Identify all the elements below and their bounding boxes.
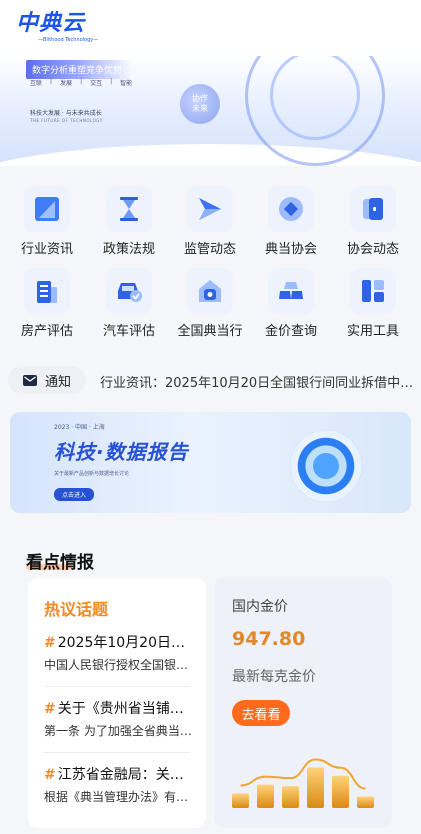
grid-item-policy[interactable]: 政策法规 xyxy=(89,180,169,260)
gold-trend-bar xyxy=(307,767,324,808)
hero-tag: 互联 xyxy=(30,80,43,87)
hero-slogan-en: THE FUTURE OF TECHNOLOGY xyxy=(30,118,103,123)
tools-icon xyxy=(350,268,396,314)
hero-tags: 互联 | 发展 | 交互 | 智能 xyxy=(30,78,132,87)
grid-item-label: 实用工具 xyxy=(346,324,399,339)
grid-item-car-valuation[interactable]: 汽车评估 xyxy=(89,262,169,342)
topic-body: 第一条 为了加强全省典当行业管理 xyxy=(44,724,192,738)
app-logo[interactable]: 中典云 —Blithood Technology— xyxy=(16,12,98,44)
building-icon xyxy=(24,268,70,314)
notice-label: 通知 xyxy=(44,374,71,390)
grid-item-label: 全国典当行 xyxy=(177,324,243,339)
hero-tag-divider: | xyxy=(80,78,83,85)
grid-item-label: 金价查询 xyxy=(264,324,317,339)
hero-banner[interactable]: 数字分析重塑竞争优势 互联 | 发展 | 交互 | 智能 科技大发展 · 与未来… xyxy=(0,56,421,166)
topic-item[interactable]: #关于《贵州省当铺管理办法》 第一条 为了加强全省典当行业管理 xyxy=(44,698,192,739)
door-icon xyxy=(350,186,396,232)
hourglass-icon xyxy=(106,186,152,232)
hash-icon: # xyxy=(44,767,56,783)
hero-badge-line: 协作 xyxy=(192,94,208,103)
topic-head: #2025年10月20日全国银行间同业拆借中心 xyxy=(44,632,192,652)
grid-item-label: 典当协会 xyxy=(264,242,317,257)
grid-item-regulation[interactable]: 监管动态 xyxy=(170,180,250,260)
grid-item-association-news[interactable]: 协会动态 xyxy=(333,180,413,260)
grid-item-label: 政策法规 xyxy=(102,242,155,257)
report-banner[interactable]: 2023 · 中国 · 上海 科技·数据报告 关于最新产品创新与数据增长讨论 点… xyxy=(10,412,411,513)
topic-head-text: 2025年10月20日全国银行间同业拆借中心 xyxy=(57,635,192,651)
gold-trend-bar xyxy=(357,796,374,808)
logo-text: 中典云 xyxy=(16,11,86,36)
gold-value: 947.80 xyxy=(232,628,306,650)
hero-tag-divider: | xyxy=(110,78,113,85)
grid-item-pawn-association[interactable]: 典当协会 xyxy=(251,180,331,260)
report-desc: 关于最新产品创新与数据增长讨论 xyxy=(54,471,130,477)
gold-price-card: 国内金价 947.80 最新每克金价 去看看 xyxy=(214,578,392,828)
gold-trend-bar xyxy=(232,793,249,808)
section-title: 看点情报 xyxy=(26,553,94,573)
hero-tag: 发展 xyxy=(60,80,73,87)
topic-item[interactable]: #2025年10月20日全国银行间同业拆借中心 中国人民银行授权全国银行间同业拆… xyxy=(44,632,192,673)
send-icon xyxy=(187,186,233,232)
topic-head-text: 江苏省金融局：关于典当行 xyxy=(57,767,192,783)
gold-trend-bar xyxy=(257,784,274,808)
hot-topics-card: 热议话题 #2025年10月20日全国银行间同业拆借中心 中国人民银行授权全国银… xyxy=(28,578,206,828)
notice-bar[interactable]: 通知 行业资讯：2025年10月20日全国银行间同业拆借中心受权公布贷款市场报价… xyxy=(8,366,415,394)
hot-topics-title: 热议话题 xyxy=(44,600,109,619)
topic-divider xyxy=(44,752,190,753)
grid-item-gold-price[interactable]: 金价查询 xyxy=(251,262,331,342)
gold-trend-bar xyxy=(332,775,349,808)
hero-tag: 交互 xyxy=(90,80,103,87)
gold-view-button[interactable]: 去看看 xyxy=(232,700,290,726)
hero-tag-divider: | xyxy=(50,78,53,85)
hero-tag: 智能 xyxy=(120,80,133,87)
topic-head: #江苏省金融局：关于典当行 xyxy=(44,764,192,784)
report-title: 科技·数据报告 xyxy=(54,440,189,464)
hero-title: 数字分析重塑竞争优势 xyxy=(26,60,133,79)
gold-bars-icon xyxy=(268,268,314,314)
grid-item-label: 汽车评估 xyxy=(102,324,155,339)
gold-trend-bar xyxy=(282,786,299,808)
grid-item-pawnshops[interactable]: 全国典当行 xyxy=(170,262,250,342)
gold-label: 国内金价 xyxy=(232,599,288,615)
gold-subtitle: 最新每克金价 xyxy=(232,669,316,685)
gold-trend-illustration xyxy=(232,758,374,808)
notice-pill: 通知 xyxy=(8,366,86,394)
grid-item-property-valuation[interactable]: 房产评估 xyxy=(7,262,87,342)
hero-badge-line: 未来 xyxy=(192,104,208,113)
topic-head: #关于《贵州省当铺管理办法》 xyxy=(44,698,192,718)
report-enter-button[interactable]: 点击进入 xyxy=(54,488,95,501)
topic-body: 中国人民银行授权全国银行间同业拆借中心公布 xyxy=(44,658,192,672)
topic-head-text: 关于《贵州省当铺管理办法》 xyxy=(57,701,192,717)
news-icon xyxy=(24,186,70,232)
diamond-icon xyxy=(268,186,314,232)
grid-item-industry-news[interactable]: 行业资讯 xyxy=(7,180,87,260)
grid-item-label: 行业资讯 xyxy=(20,242,73,257)
logo-subtitle: —Blithood Technology— xyxy=(38,37,99,43)
topic-body: 根据《典当管理办法》有关规定 xyxy=(44,790,192,804)
hero-slogan: 科技大发展 · 与未来共成长 xyxy=(30,110,102,117)
grid-item-label: 房产评估 xyxy=(20,324,73,339)
mail-icon xyxy=(22,374,37,386)
hero-badge: 协作 未来 xyxy=(180,84,220,124)
car-icon xyxy=(106,268,152,314)
shop-icon xyxy=(187,268,233,314)
hash-icon: # xyxy=(44,635,56,651)
grid-item-label: 协会动态 xyxy=(346,242,399,257)
hash-icon: # xyxy=(44,701,56,717)
app-header: 中典云 —Blithood Technology— xyxy=(0,0,421,56)
grid-item-tools[interactable]: 实用工具 xyxy=(333,262,413,342)
topic-divider xyxy=(44,686,190,687)
report-disc-illustration xyxy=(290,430,362,502)
topic-item[interactable]: #江苏省金融局：关于典当行 根据《典当管理办法》有关规定 xyxy=(44,764,192,805)
report-subtitle: 2023 · 中国 · 上海 xyxy=(54,424,105,431)
notice-text[interactable]: 行业资讯：2025年10月20日全国银行间同业拆借中心受权公布贷款市场报价利率 xyxy=(100,372,415,391)
grid-item-label: 监管动态 xyxy=(183,242,236,257)
